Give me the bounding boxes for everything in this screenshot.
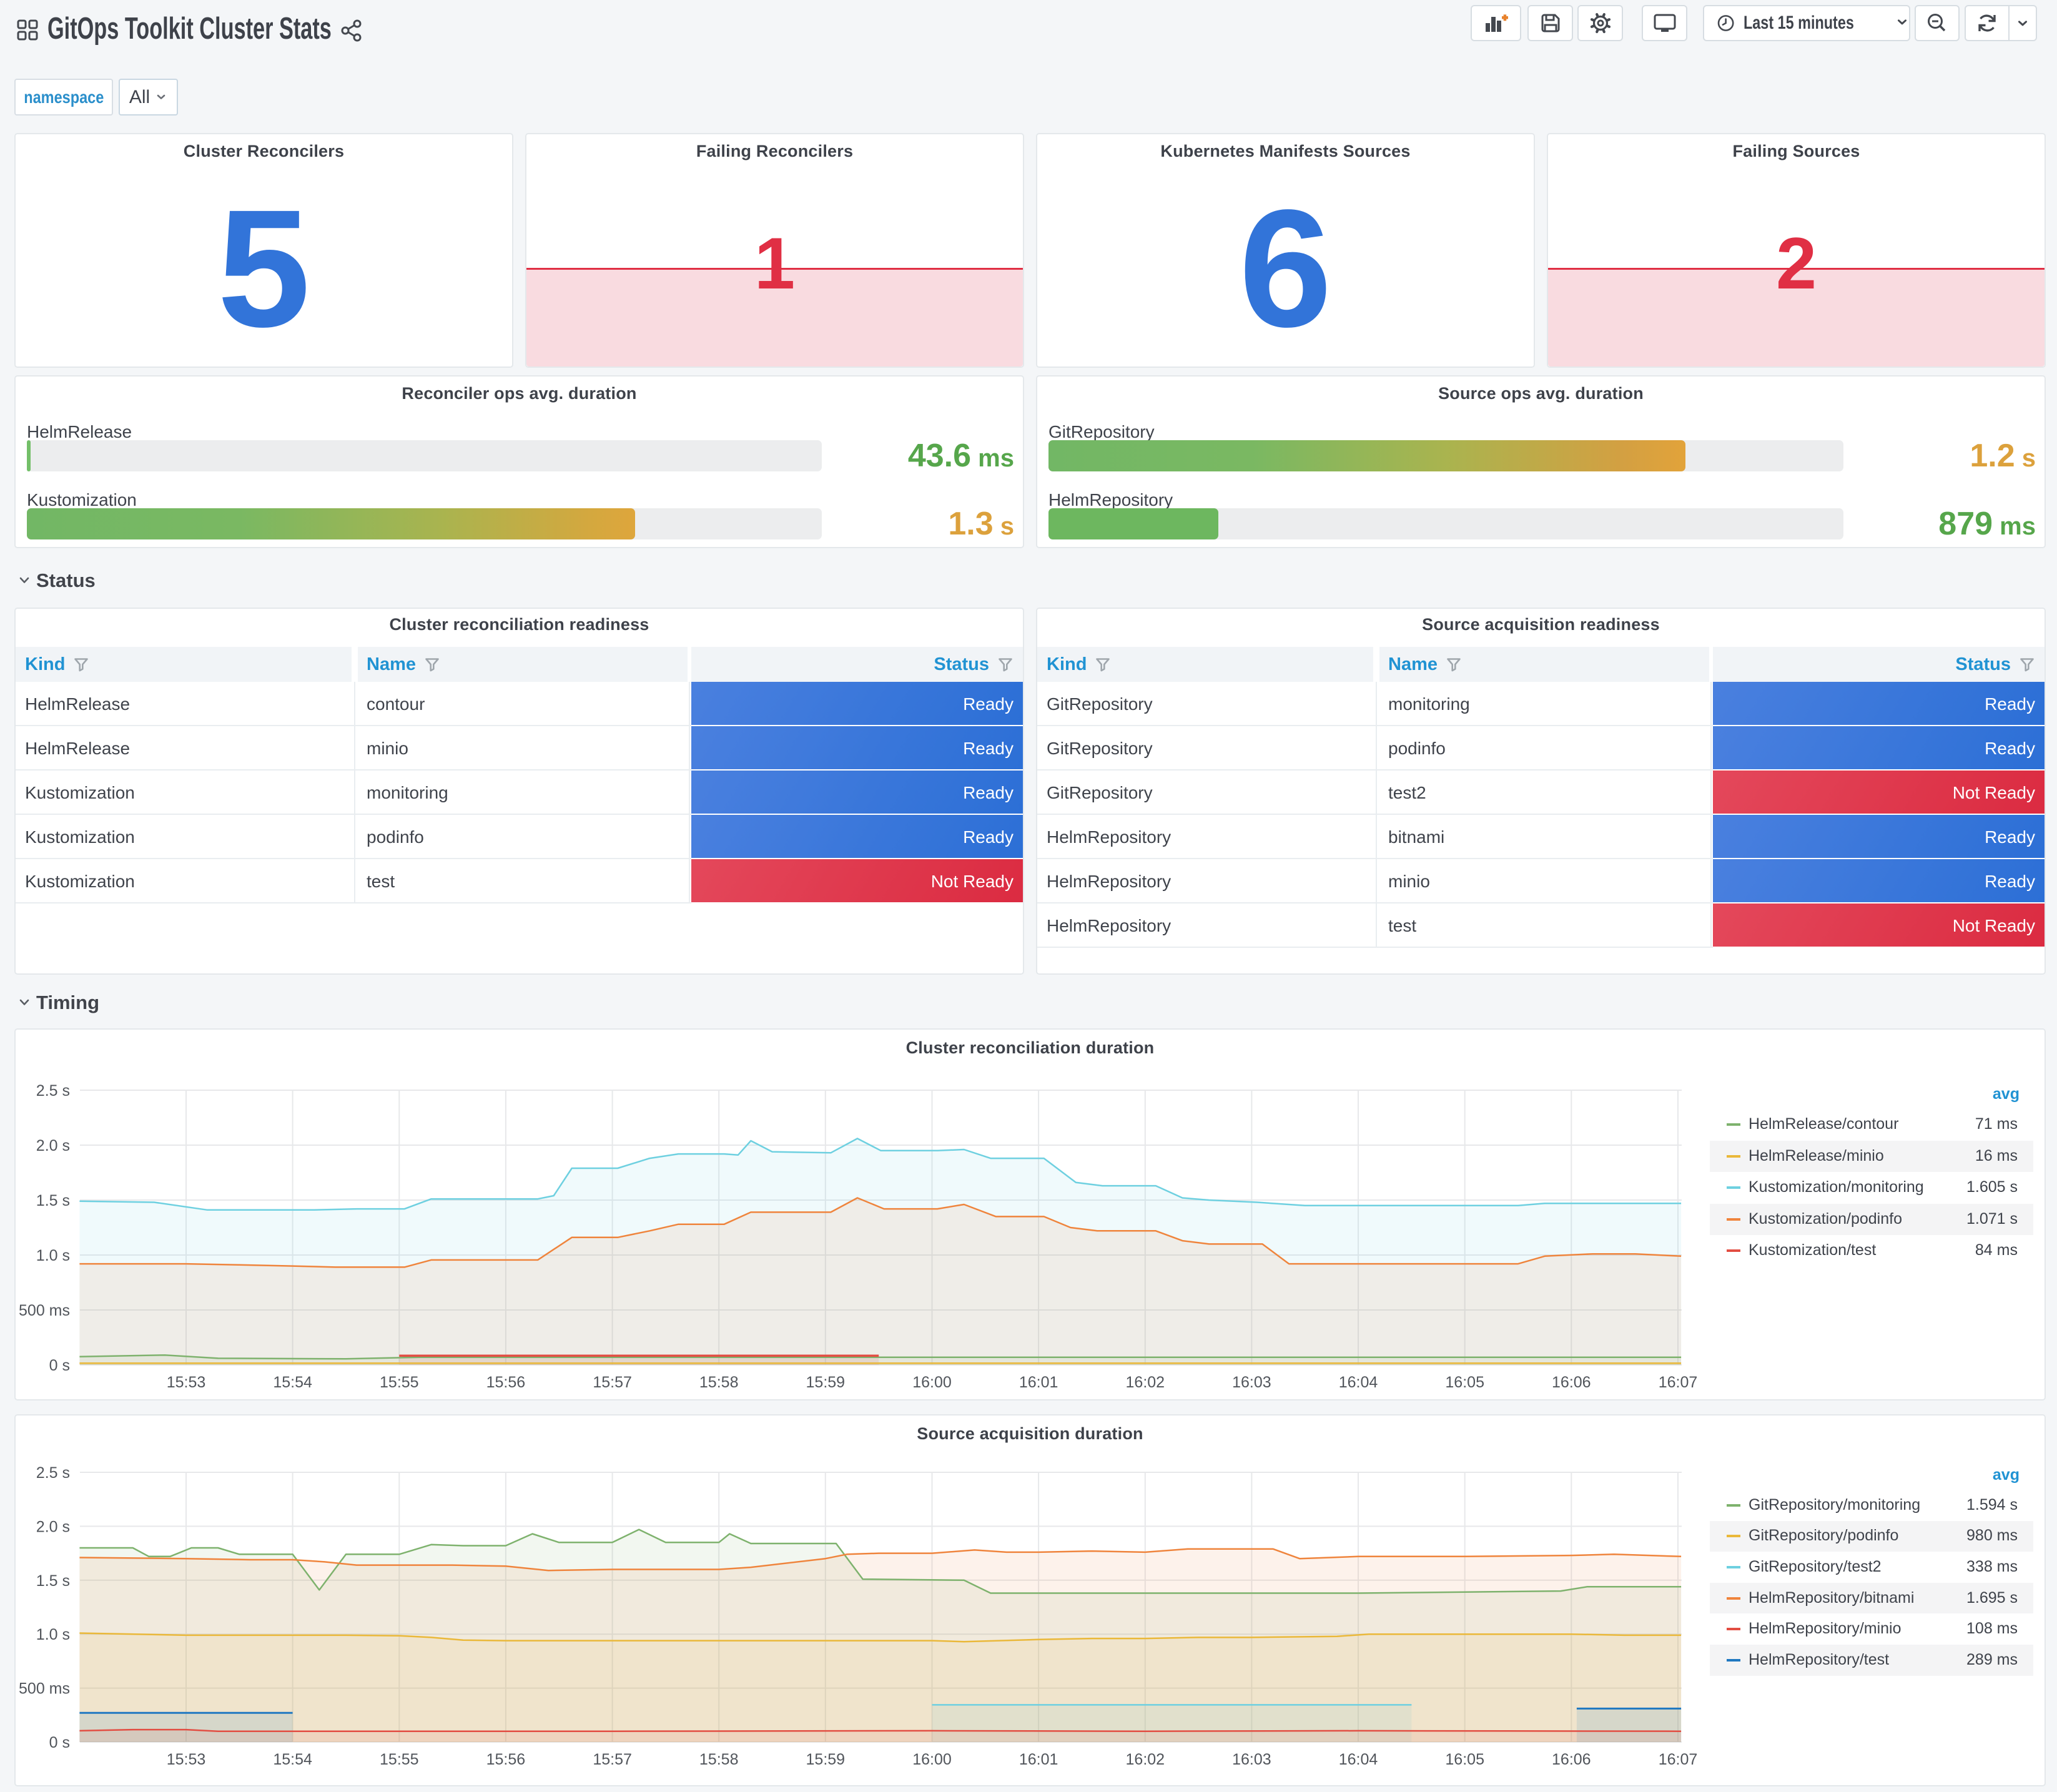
svg-text:2.0 s: 2.0 s (36, 1518, 70, 1535)
svg-text:15:56: 15:56 (486, 1751, 526, 1768)
svg-text:16:01: 16:01 (1019, 1751, 1058, 1768)
svg-text:16:03: 16:03 (1232, 1374, 1271, 1391)
svg-text:16:03: 16:03 (1232, 1751, 1271, 1768)
svg-text:16:02: 16:02 (1126, 1751, 1165, 1768)
svg-text:16:04: 16:04 (1339, 1751, 1378, 1768)
svg-text:500 ms: 500 ms (19, 1302, 70, 1319)
svg-text:16:05: 16:05 (1445, 1751, 1484, 1768)
svg-text:2.5 s: 2.5 s (36, 1082, 70, 1100)
svg-text:16:04: 16:04 (1339, 1374, 1378, 1391)
svg-text:15:54: 15:54 (273, 1751, 312, 1768)
svg-text:0 s: 0 s (49, 1357, 70, 1374)
svg-text:1.5 s: 1.5 s (36, 1192, 70, 1209)
svg-text:16:00: 16:00 (912, 1374, 952, 1391)
svg-text:16:01: 16:01 (1019, 1374, 1058, 1391)
svg-text:15:54: 15:54 (273, 1374, 312, 1391)
svg-text:16:05: 16:05 (1445, 1374, 1484, 1391)
svg-text:2.0 s: 2.0 s (36, 1137, 70, 1154)
svg-text:16:06: 16:06 (1552, 1751, 1591, 1768)
svg-text:1.0 s: 1.0 s (36, 1247, 70, 1264)
svg-text:16:02: 16:02 (1126, 1374, 1165, 1391)
svg-text:15:57: 15:57 (593, 1751, 632, 1768)
svg-text:15:56: 15:56 (486, 1374, 526, 1391)
svg-text:16:07: 16:07 (1659, 1751, 1698, 1768)
svg-text:15:57: 15:57 (593, 1374, 632, 1391)
svg-text:16:07: 16:07 (1659, 1374, 1698, 1391)
svg-text:500 ms: 500 ms (19, 1680, 70, 1698)
svg-text:1.0 s: 1.0 s (36, 1626, 70, 1643)
svg-text:15:55: 15:55 (380, 1751, 419, 1768)
svg-text:15:53: 15:53 (167, 1374, 206, 1391)
svg-text:16:06: 16:06 (1552, 1374, 1591, 1391)
svg-text:15:55: 15:55 (380, 1374, 419, 1391)
svg-text:15:58: 15:58 (699, 1751, 739, 1768)
svg-text:16:00: 16:00 (912, 1751, 952, 1768)
svg-text:2.5 s: 2.5 s (36, 1464, 70, 1482)
svg-text:15:58: 15:58 (699, 1374, 739, 1391)
svg-text:15:59: 15:59 (806, 1751, 846, 1768)
svg-text:15:59: 15:59 (806, 1374, 846, 1391)
svg-text:15:53: 15:53 (167, 1751, 206, 1768)
svg-text:1.5 s: 1.5 s (36, 1572, 70, 1590)
svg-text:0 s: 0 s (49, 1734, 70, 1751)
